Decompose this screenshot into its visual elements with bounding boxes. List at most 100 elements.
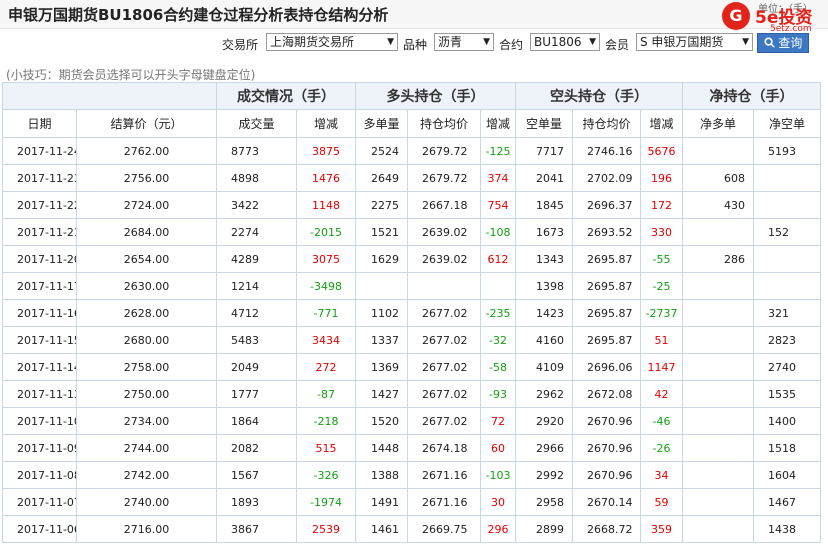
table-cell: 2017-11-15 xyxy=(2,326,77,354)
column-header: 增减 xyxy=(480,109,516,138)
table-cell: 1673 xyxy=(515,218,573,246)
table-row: 2017-11-10 2734.00 1864 -218 1520 2677.02 72 29… xyxy=(2,407,821,435)
column-header: 净多单 xyxy=(682,109,754,138)
table-cell: 359 xyxy=(640,515,683,543)
table-cell: 515 xyxy=(296,434,356,462)
table-cell: -93 xyxy=(480,380,516,408)
table-cell xyxy=(682,137,754,165)
table-cell: 42 xyxy=(640,380,683,408)
dropdown-arrow-icon: ▼ xyxy=(589,37,596,47)
table-cell: 4289 xyxy=(216,245,297,273)
table-cell: 2679.72 xyxy=(407,137,481,165)
table-cell: 5676 xyxy=(640,137,683,165)
table-cell xyxy=(682,353,754,381)
table-cell: 1521 xyxy=(355,218,408,246)
table-cell: 1427 xyxy=(355,380,408,408)
table-cell: 2017-11-09 xyxy=(2,434,77,462)
table-cell: 8773 xyxy=(216,137,297,165)
column-header: 成交量 xyxy=(216,109,297,138)
table-cell: 2679.72 xyxy=(407,164,481,192)
table-cell: 2017-11-13 xyxy=(2,380,77,408)
member-select-value: S 申银万国期货 xyxy=(640,35,724,49)
table-cell: 2082 xyxy=(216,434,297,462)
table-cell: 2017-11-08 xyxy=(2,461,77,489)
table-cell: 3867 xyxy=(216,515,297,543)
table-cell: -125 xyxy=(480,137,516,165)
table-cell: -771 xyxy=(296,299,356,327)
table-cell: -55 xyxy=(640,245,683,273)
query-button[interactable]: 查询 xyxy=(757,33,809,53)
table-cell: 2049 xyxy=(216,353,297,381)
table-cell: 1520 xyxy=(355,407,408,435)
table-cell xyxy=(682,461,754,489)
table-cell: 2672.08 xyxy=(572,380,641,408)
table-cell: 2275 xyxy=(355,191,408,219)
table-cell: 1147 xyxy=(640,353,683,381)
table-cell: 2734.00 xyxy=(76,407,217,435)
table-cell: 3075 xyxy=(296,245,356,273)
group-header-row: 成交情况（手） 多头持仓（手） 空头持仓（手） 净持仓（手） xyxy=(2,82,821,110)
table-row: 2017-11-20 2654.00 4289 3075 1629 2639.02 612 1… xyxy=(2,245,821,273)
table-cell: -108 xyxy=(480,218,516,246)
table-cell: 2017-11-21 xyxy=(2,218,77,246)
table-cell: 2667.18 xyxy=(407,191,481,219)
table-cell: 1148 xyxy=(296,191,356,219)
table-cell: 2671.16 xyxy=(407,461,481,489)
table-row: 2017-11-13 2750.00 1777 -87 1427 2677.02 -93 29… xyxy=(2,380,821,408)
column-header: 净空单 xyxy=(753,109,821,138)
table-cell: 2756.00 xyxy=(76,164,217,192)
table-cell: 2017-11-16 xyxy=(2,299,77,327)
exchange-select[interactable]: 上海期货交易所 ▼ xyxy=(266,33,398,51)
page-title: 申银万国期货BU1806合约建仓过程分析表持仓结构分析 xyxy=(8,6,389,24)
table-cell: 2696.37 xyxy=(572,191,641,219)
table-cell: -103 xyxy=(480,461,516,489)
table-cell: 59 xyxy=(640,488,683,516)
table-cell: 1845 xyxy=(515,191,573,219)
table-cell: 30 xyxy=(480,488,516,516)
product-select[interactable]: 沥青 ▼ xyxy=(434,33,494,51)
table-cell: 1423 xyxy=(515,299,573,327)
table-cell: 3434 xyxy=(296,326,356,354)
table-cell: 1476 xyxy=(296,164,356,192)
table-cell: 2677.02 xyxy=(407,326,481,354)
site-logo[interactable]: G 5e投资 5etz.com xyxy=(722,2,828,36)
dropdown-arrow-icon: ▼ xyxy=(387,37,394,47)
contract-select[interactable]: BU1806 ▼ xyxy=(530,33,600,51)
table-cell: 296 xyxy=(480,515,516,543)
table-cell: 1467 xyxy=(753,488,821,516)
group-header-net: 净持仓（手） xyxy=(682,82,821,110)
table-cell: 430 xyxy=(682,191,754,219)
table-cell: 1629 xyxy=(355,245,408,273)
product-label: 品种 xyxy=(403,38,428,52)
exchange-select-value: 上海期货交易所 xyxy=(270,35,355,49)
table-cell: 2017-11-23 xyxy=(2,164,77,192)
table-cell: 2668.72 xyxy=(572,515,641,543)
group-header-long: 多头持仓（手） xyxy=(355,82,516,110)
table-cell: -3498 xyxy=(296,272,356,300)
table-cell: 2017-11-24 xyxy=(2,137,77,165)
table-cell: 2639.02 xyxy=(407,218,481,246)
table-cell: 2695.87 xyxy=(572,245,641,273)
table-cell: 2274 xyxy=(216,218,297,246)
table-cell: 1461 xyxy=(355,515,408,543)
table-row: 2017-11-21 2684.00 2274 -2015 1521 2639.02 -10… xyxy=(2,218,821,246)
table-cell xyxy=(682,488,754,516)
table-cell: 2680.00 xyxy=(76,326,217,354)
table-cell: 754 xyxy=(480,191,516,219)
member-select[interactable]: S 申银万国期货 ▼ xyxy=(636,33,753,51)
table-cell: 2670.96 xyxy=(572,434,641,462)
table-cell: -235 xyxy=(480,299,516,327)
table-cell: 2740 xyxy=(753,353,821,381)
table-cell xyxy=(753,164,821,192)
table-cell: -26 xyxy=(640,434,683,462)
column-header: 持仓均价 xyxy=(407,109,481,138)
contract-label: 合约 xyxy=(499,38,524,52)
table-cell: 60 xyxy=(480,434,516,462)
table-cell: 196 xyxy=(640,164,683,192)
table-cell xyxy=(753,191,821,219)
table-cell: 2958 xyxy=(515,488,573,516)
column-header: 增减 xyxy=(296,109,356,138)
table-cell: 2744.00 xyxy=(76,434,217,462)
table-row: 2017-11-22 2724.00 3422 1148 2275 2667.18 754 1… xyxy=(2,191,821,219)
table-cell xyxy=(682,380,754,408)
